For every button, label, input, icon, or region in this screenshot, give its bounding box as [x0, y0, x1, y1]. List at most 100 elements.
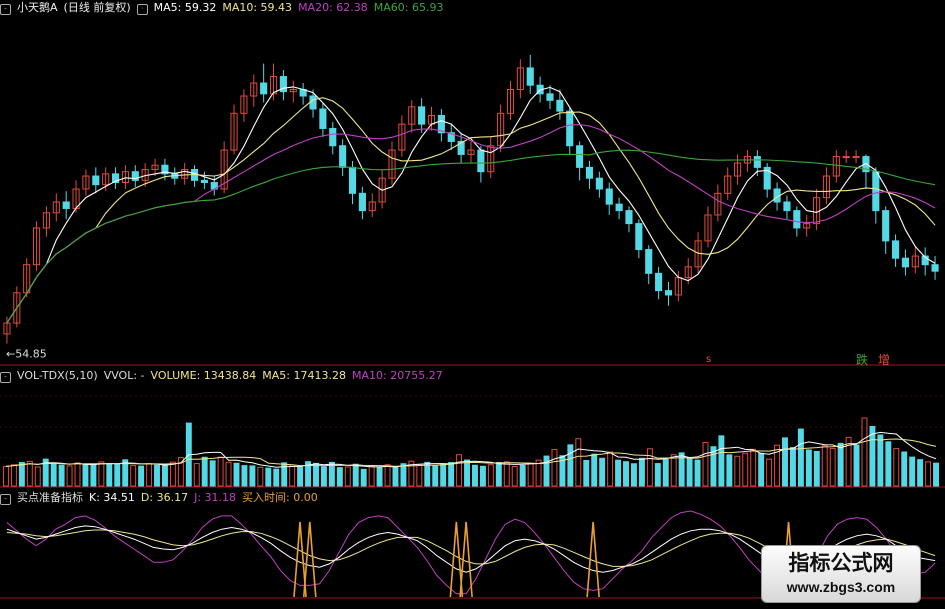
volume-bar: [479, 465, 486, 487]
volume-bar: [933, 462, 939, 487]
candle-body: [882, 210, 890, 242]
candle-body: [901, 257, 910, 268]
volume-bar: [591, 453, 598, 487]
candle-body: [309, 95, 317, 110]
volume-bar: [599, 457, 606, 487]
volume-bar: [320, 466, 327, 487]
volume-bar: [154, 464, 160, 487]
volume-bar: [519, 464, 526, 487]
volume-bar: [257, 466, 264, 487]
candle-body: [664, 290, 673, 296]
volume-bar: [114, 463, 121, 487]
volume-bar: [917, 459, 924, 487]
volume-bar: [813, 450, 820, 487]
volume-bar: [909, 456, 916, 487]
volume-bar: [686, 456, 693, 487]
candle-body: [635, 223, 643, 251]
candle-body: [852, 156, 860, 159]
volume-bar: [400, 463, 407, 487]
candle-body: [418, 106, 426, 125]
low-price-label: ←54.85: [6, 348, 47, 361]
candle-body: [358, 192, 366, 212]
ma5-value: MA5: 59.32: [153, 1, 217, 14]
volume-bar: [376, 466, 383, 487]
volume-bar: [344, 466, 351, 487]
candle-body: [753, 156, 761, 168]
ma10-value: MA10: 59.43: [222, 1, 293, 14]
volume-bar: [583, 460, 590, 487]
ma20-value: MA20: 62.38: [298, 1, 368, 14]
candle-body: [585, 166, 594, 179]
volume-bar: [328, 461, 335, 487]
candle-body: [200, 179, 208, 184]
candle-body: [566, 110, 574, 147]
volume-bar: [26, 460, 33, 487]
collapse-icon[interactable]: -: [0, 4, 11, 15]
volume-bar: [368, 465, 375, 487]
volume-bar: [169, 461, 176, 487]
indicator-panel-header: - 买点准备指标 K: 34.51 D: 36.17 J: 31.18 买入时间: 0.0…: [0, 490, 324, 506]
candle-body: [645, 249, 653, 274]
watermark-url: www.zbgs3.com: [786, 579, 896, 595]
volume-bar: [217, 456, 224, 487]
volume-bar: [853, 444, 860, 487]
buy-time-value: 买入时间: 0.00: [242, 491, 318, 504]
candle-body: [260, 82, 268, 95]
volume-bar: [18, 462, 25, 487]
collapse-icon[interactable]: -: [0, 494, 11, 505]
volume-bar: [3, 465, 9, 487]
volume-panel-header: - VOL-TDX(5,10) VVOL: - VOLUME: 13438.84 MA5…: [0, 368, 449, 384]
candle-body: [595, 177, 603, 190]
volume-bar: [424, 461, 431, 487]
collapse-icon[interactable]: -: [0, 372, 11, 383]
volume-bar: [74, 462, 81, 487]
buy-signal-spike: [586, 521, 600, 598]
candle-body: [842, 156, 850, 159]
volume-bar: [511, 465, 518, 487]
volume-bar: [161, 464, 168, 487]
vol-indicator-name: VOL-TDX(5,10): [17, 369, 98, 382]
volume-bar: [392, 466, 399, 487]
volume-bar: [638, 457, 645, 487]
volume-bar: [209, 460, 216, 487]
vvol-value: VVOL: -: [103, 369, 145, 382]
settings-icon[interactable]: ·: [136, 4, 148, 15]
k-value: K: 34.51: [89, 491, 135, 504]
ma5-line: [6, 86, 936, 324]
volume-bar: [360, 468, 367, 487]
volume-bar: [758, 452, 765, 487]
volume-bar: [82, 463, 89, 487]
indicator-name: 买点准备指标: [17, 491, 83, 504]
price-panel-header: - 小天鹅A (日线 前复权) · MA5: 59.32 MA10: 59.43 MA20:…: [0, 0, 450, 16]
marker-up: 增: [878, 353, 890, 367]
volume-bar: [750, 448, 757, 487]
volume-bar: [662, 458, 669, 487]
volume-bar: [265, 467, 272, 487]
volume-bar: [901, 451, 908, 487]
volume-bar: [440, 463, 447, 487]
candle-body: [783, 201, 791, 212]
vol-ma5-value: MA5: 17413.28: [262, 369, 346, 382]
volume-bar: [225, 461, 232, 487]
volume-bar: [694, 459, 701, 487]
stock-chart: ←54.85 s 跌增: [0, 54, 945, 599]
volume-bar: [527, 462, 534, 487]
volume-bar: [201, 456, 208, 487]
volume-bar: [782, 437, 788, 487]
d-value: D: 36.17: [140, 491, 189, 504]
volume-bar: [66, 465, 73, 487]
volume-bar: [893, 448, 900, 487]
candle-body: [319, 108, 327, 129]
volume-bar: [877, 434, 884, 487]
candle-body: [931, 264, 939, 272]
volume-bar: [456, 454, 463, 487]
volume-bar: [34, 466, 41, 487]
candle-body: [477, 149, 485, 173]
volume-value: VOLUME: 13438.84: [150, 369, 257, 382]
candle-body: [576, 145, 584, 168]
candle-body: [526, 67, 534, 86]
volume-bar: [464, 459, 470, 487]
volume-bar: [503, 461, 510, 487]
volume-bar: [432, 465, 439, 487]
volume-bar: [448, 462, 455, 487]
